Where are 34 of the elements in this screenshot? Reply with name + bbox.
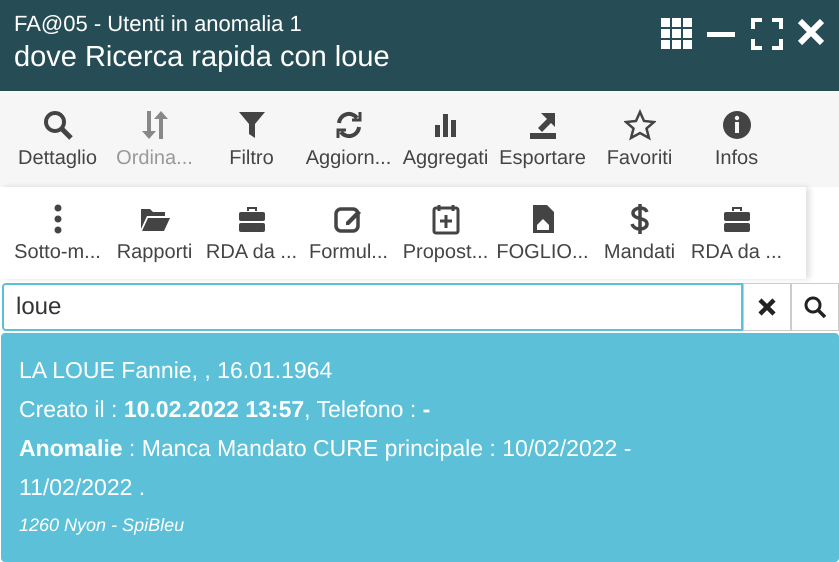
- toolbar-button[interactable]: Aggiorn...: [300, 108, 397, 170]
- toolbar-button[interactable]: Favoriti: [591, 108, 688, 170]
- search-icon: [803, 295, 827, 319]
- window-title: FA@05 - Utenti in anomalia 1: [14, 10, 303, 38]
- star-icon: [624, 108, 656, 140]
- toolbar-button[interactable]: RDA da ...: [203, 202, 300, 264]
- clear-button[interactable]: [743, 283, 791, 331]
- toolbar-button[interactable]: Mandati: [591, 202, 688, 264]
- search-button[interactable]: [791, 283, 839, 331]
- toolbar-button[interactable]: Propost...: [397, 202, 494, 264]
- toolbar-button[interactable]: Sotto-m...: [9, 202, 106, 264]
- toolbar-button[interactable]: Aggregati: [397, 108, 494, 170]
- toolbar-button[interactable]: Dettaglio: [9, 108, 106, 170]
- close-icon[interactable]: [797, 18, 825, 46]
- result-line: Creato il : 10.02.2022 13:57, Telefono : -: [19, 395, 432, 424]
- fullscreen-icon[interactable]: [751, 18, 783, 50]
- toolbar-button[interactable]: Formul...: [300, 202, 397, 264]
- result-line: LA LOUE Fannie, , 16.01.1964: [19, 356, 334, 385]
- toolbar-button[interactable]: Rapporti: [106, 202, 203, 264]
- toolbar-button[interactable]: Infos: [688, 108, 785, 170]
- search-icon: [42, 108, 74, 140]
- result-line: Anomalie : Manca Mandato CURE principale : 10/02/2022 - 11/02/2022 .: [19, 434, 632, 502]
- grid-icon[interactable]: [661, 18, 693, 50]
- result-location: 1260 Nyon - SpiBleu: [19, 515, 186, 536]
- toolbar-button[interactable]: Filtro: [203, 108, 300, 170]
- window-subtitle: dove Ricerca rapida con loue: [14, 40, 390, 75]
- toolbar-button[interactable]: Esportare: [494, 108, 591, 170]
- search-field[interactable]: loue: [2, 283, 743, 331]
- calendar-plus-icon: [430, 202, 462, 234]
- toolbar-button[interactable]: RDA da ...: [688, 202, 785, 264]
- info-icon: [720, 108, 752, 140]
- close-icon: [757, 297, 777, 317]
- dots-icon: [54, 202, 62, 234]
- toolbar-button[interactable]: FOGLIO...: [494, 202, 591, 264]
